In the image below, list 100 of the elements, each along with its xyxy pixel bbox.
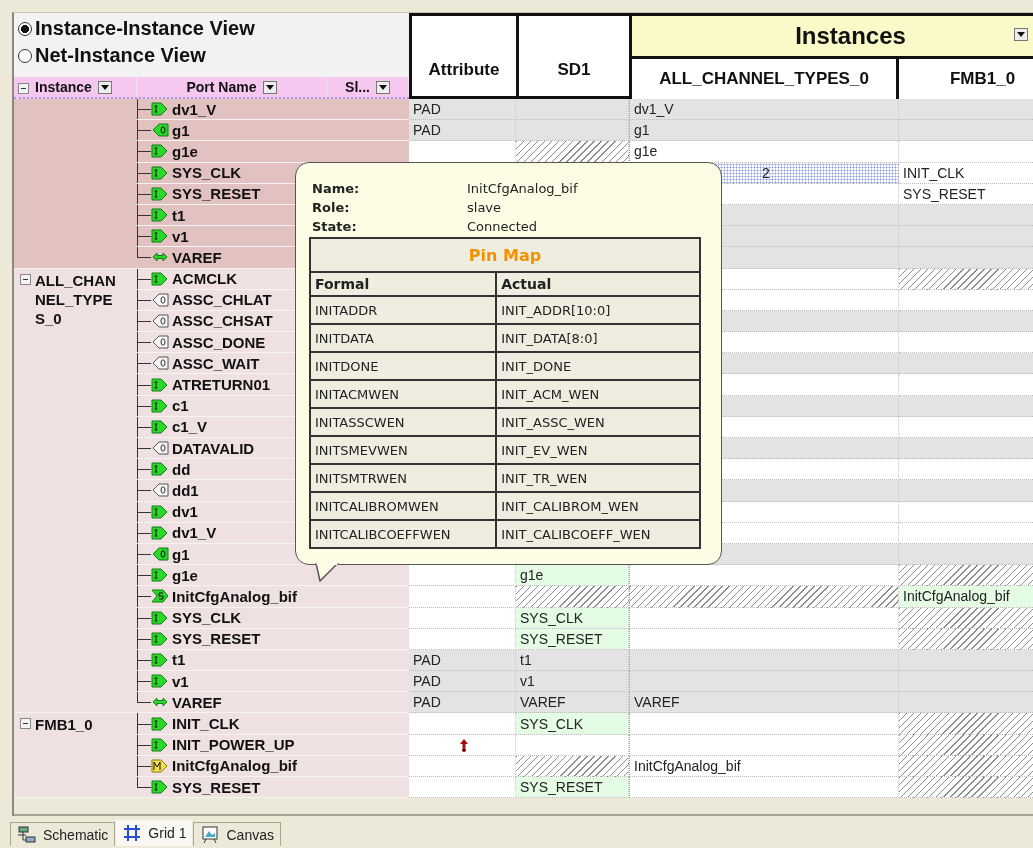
collapse-icon[interactable] bbox=[20, 718, 31, 730]
table-cell: InitCfgAnalog_bif bbox=[629, 755, 899, 777]
table-cell: INITCALIBCOEFFWEN bbox=[310, 520, 497, 548]
table-cell: INIT_EV_WEN bbox=[496, 436, 700, 464]
tree-line bbox=[137, 480, 151, 501]
table-cell: INITASSCWEN bbox=[310, 408, 497, 436]
port-name: t1 bbox=[172, 206, 186, 224]
collapse-icon[interactable] bbox=[20, 273, 31, 285]
tree-line bbox=[137, 183, 151, 204]
output-pin-icon bbox=[151, 546, 169, 563]
instance-name: FMB1_0 bbox=[35, 715, 94, 735]
table-cell: PAD bbox=[409, 99, 516, 121]
input-pin-icon bbox=[151, 418, 169, 435]
port-name: ASSC_WAIT bbox=[172, 354, 260, 372]
input-pin-icon bbox=[151, 651, 169, 668]
port-name: dv1_V bbox=[172, 524, 217, 542]
view-tab[interactable]: Canvas bbox=[193, 822, 281, 846]
radio-button[interactable] bbox=[18, 21, 32, 36]
port-name: DATAVALID bbox=[172, 439, 255, 457]
up-arrow-icon bbox=[459, 737, 469, 752]
port-name: v1 bbox=[172, 672, 189, 690]
table-cell: PAD bbox=[409, 649, 516, 672]
column-header: Actual bbox=[496, 272, 700, 296]
table-title: Pin Map bbox=[310, 238, 700, 272]
table-cell: INIT_ACM_WEN bbox=[496, 380, 700, 408]
table-cell: InitCfgAnalog_bif bbox=[899, 586, 1033, 608]
table-cell: SYS_CLK bbox=[516, 713, 629, 735]
radio-button[interactable] bbox=[18, 48, 32, 63]
input-pin-icon bbox=[151, 567, 169, 584]
port-name: dv1 bbox=[172, 503, 198, 521]
port-name: INIT_POWER_UP bbox=[172, 736, 295, 754]
port-name: ACMCLK bbox=[172, 270, 237, 288]
table-cell: INITDATA bbox=[310, 324, 497, 352]
view-tab[interactable]: Schematic bbox=[10, 822, 116, 846]
table-cell: PAD bbox=[409, 671, 516, 693]
table-cell: INITSMTRWEN bbox=[310, 464, 497, 492]
tree-line bbox=[137, 141, 151, 162]
table-cell: INIT_DATA[8:0] bbox=[496, 324, 700, 352]
filter-dropdown-icon[interactable] bbox=[262, 80, 277, 94]
port-name: SYS_CLK bbox=[172, 609, 242, 627]
table-cell: g1e bbox=[516, 565, 629, 587]
tree-line bbox=[137, 226, 151, 247]
master-pin-icon bbox=[151, 757, 169, 774]
radio-label[interactable]: Net-Instance View bbox=[35, 44, 206, 67]
column-header: Instance bbox=[35, 79, 92, 95]
grid-icon bbox=[122, 824, 143, 842]
table-cell: PAD bbox=[409, 120, 516, 142]
port-name: SYS_RESET bbox=[172, 630, 261, 648]
column-header: Port Name bbox=[186, 79, 257, 95]
port-name: dv1_V bbox=[172, 100, 217, 118]
tree-line bbox=[137, 649, 151, 671]
collapse-icon[interactable] bbox=[18, 83, 29, 94]
tree-line bbox=[137, 120, 151, 141]
input-pin-icon bbox=[151, 397, 169, 414]
table-cell: g1 bbox=[629, 120, 899, 142]
port-name: ASSC_CHLAT bbox=[172, 291, 272, 309]
port-name: g1e bbox=[172, 142, 198, 160]
column-header: SD1 bbox=[516, 13, 629, 99]
table-cell: t1 bbox=[516, 649, 629, 672]
view-tab[interactable]: Grid 1 bbox=[115, 819, 194, 846]
input-pin-icon bbox=[151, 779, 169, 796]
table-cell: INITACMWEN bbox=[310, 380, 497, 408]
tree-line bbox=[137, 501, 151, 522]
table-cell: PAD bbox=[409, 692, 516, 714]
port-name: ASSC_CHSAT bbox=[172, 312, 273, 330]
port-name: c1 bbox=[172, 397, 189, 415]
tree-line bbox=[137, 543, 151, 565]
tree-line bbox=[137, 565, 151, 586]
input-pin-icon bbox=[151, 143, 169, 160]
field-value: InitCfgAnalog_bif bbox=[467, 181, 579, 196]
column-header: Formal bbox=[310, 272, 497, 296]
tree-line bbox=[137, 332, 151, 353]
input-pin-icon bbox=[151, 270, 169, 287]
port-name: InitCfgAnalog_bif bbox=[172, 587, 297, 605]
table-cell: INITCALIBROMWEN bbox=[310, 492, 497, 520]
input-pin-icon bbox=[151, 185, 169, 202]
table-cell: VAREF bbox=[516, 692, 629, 714]
port-name: dd1 bbox=[172, 481, 199, 499]
table-cell: INITSMEVWEN bbox=[310, 436, 497, 464]
table-cell: INIT_CALIBROM_WEN bbox=[496, 492, 700, 520]
column-header: Sl... bbox=[345, 79, 370, 95]
input-pin-icon bbox=[151, 673, 169, 690]
field-label: Role: bbox=[312, 200, 351, 215]
port-name: g1 bbox=[172, 545, 190, 563]
table-cell: SYS_RESET bbox=[516, 777, 629, 799]
tree-line bbox=[137, 671, 151, 692]
dropdown-icon[interactable] bbox=[1014, 28, 1028, 41]
table-cell: g1e bbox=[629, 141, 899, 163]
table-cell: INIT_CLK bbox=[899, 162, 1033, 184]
port-name: SYS_RESET bbox=[172, 185, 261, 203]
column-header: Attribute bbox=[409, 13, 516, 99]
tree-line bbox=[137, 734, 151, 755]
column-group-header: Instances bbox=[632, 16, 1033, 59]
filter-dropdown-icon[interactable] bbox=[375, 80, 390, 94]
table-cell: v1 bbox=[516, 671, 629, 693]
radio-label[interactable]: Instance-Instance View bbox=[35, 17, 255, 40]
filter-dropdown-icon[interactable] bbox=[97, 80, 112, 94]
table-cell: INITADDR bbox=[310, 296, 497, 324]
field-label: Name: bbox=[312, 181, 361, 196]
table-cell: INIT_DONE bbox=[496, 352, 700, 380]
